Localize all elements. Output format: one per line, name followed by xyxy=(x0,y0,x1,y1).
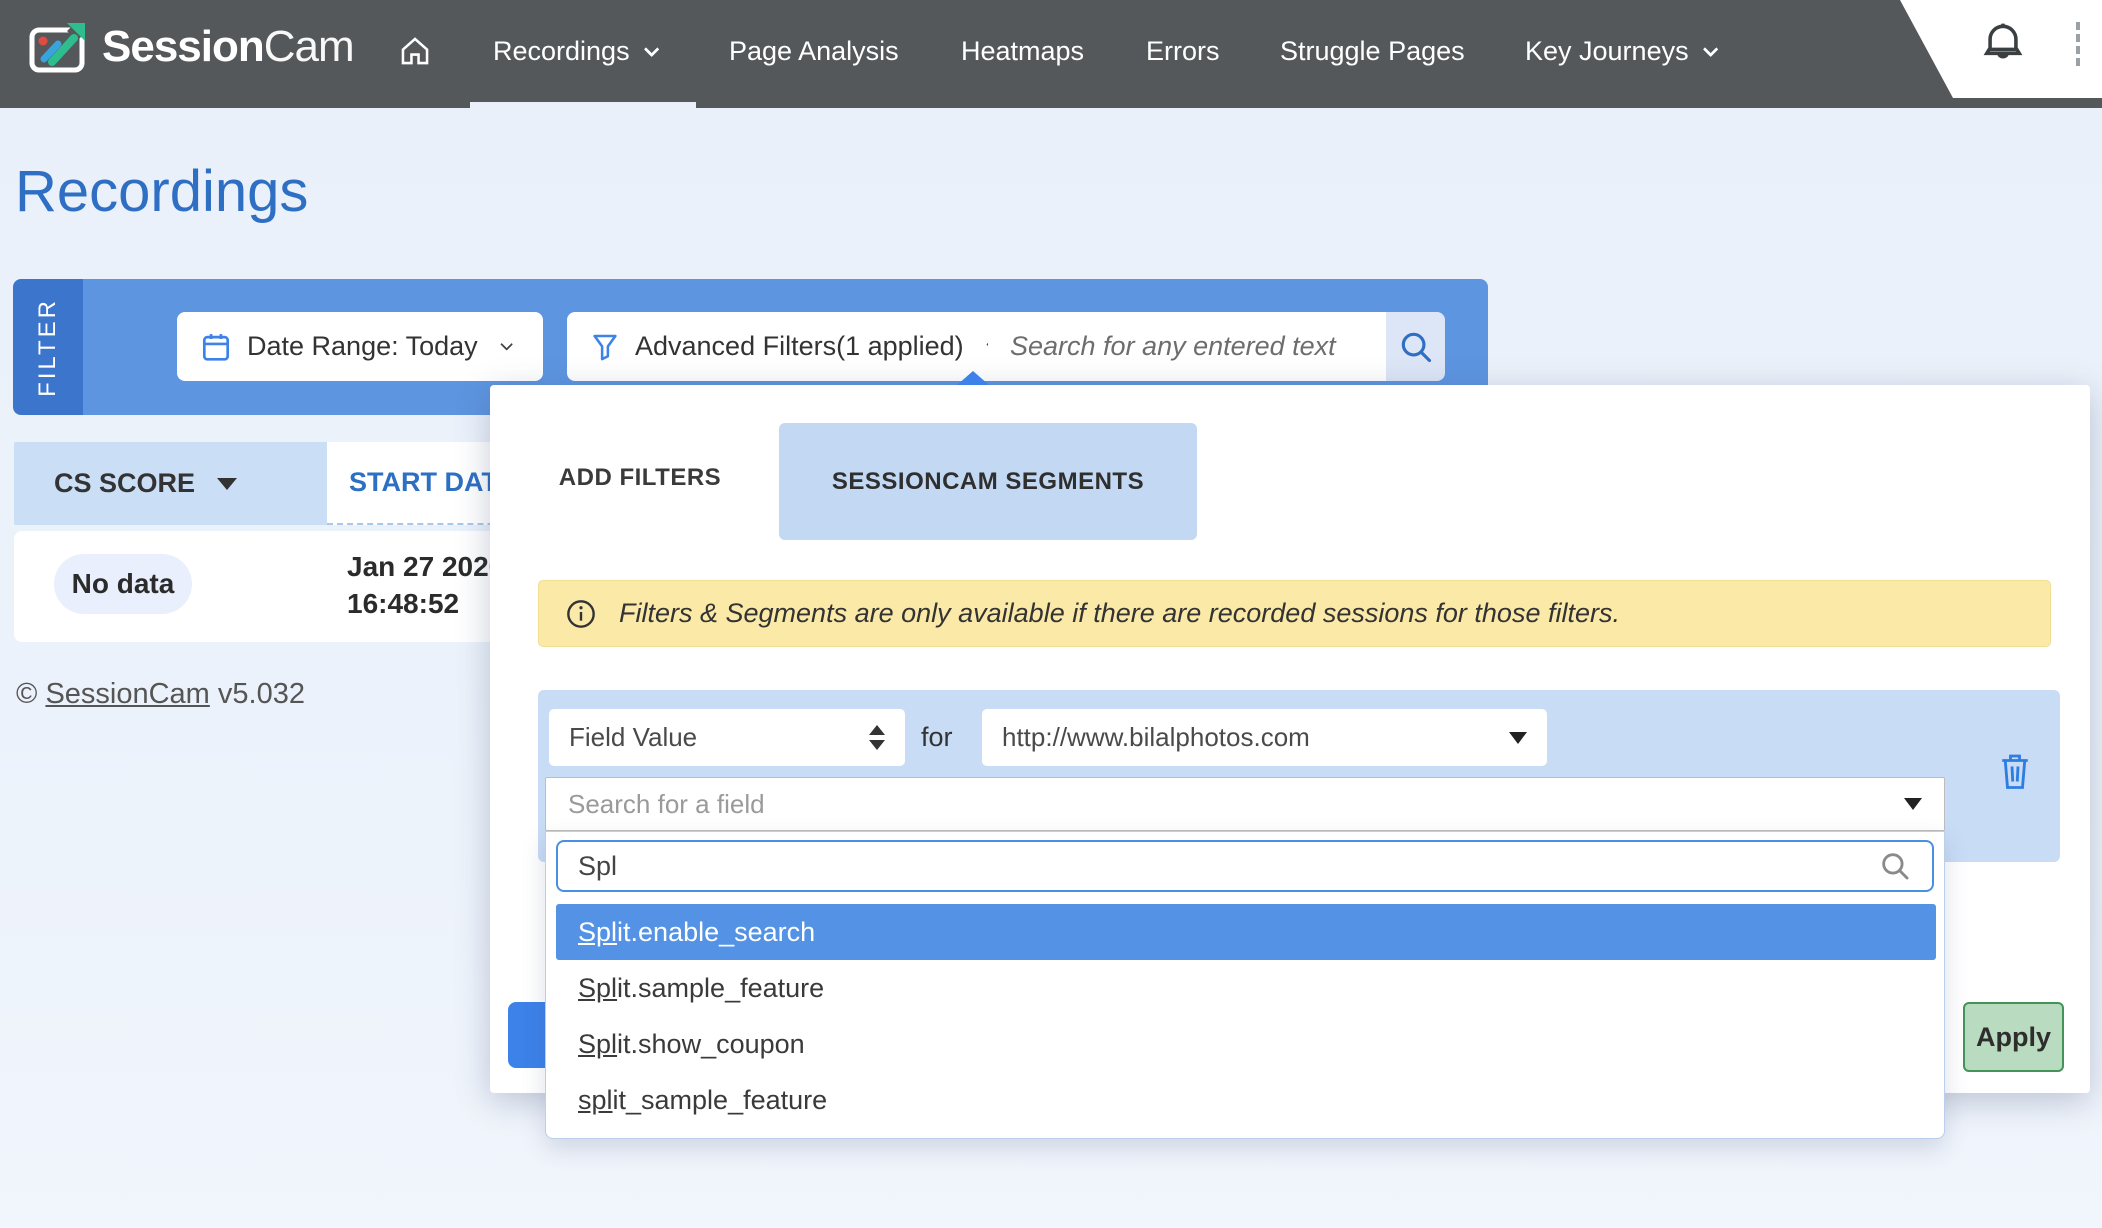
chevron-down-icon xyxy=(1702,41,1718,57)
info-icon xyxy=(565,598,597,630)
text-search-group xyxy=(988,312,1445,381)
more-options-icon[interactable] xyxy=(2076,22,2080,66)
nav-errors[interactable]: Errors xyxy=(1146,0,1220,102)
funnel-icon xyxy=(591,332,619,362)
nav-recordings-label: Recordings xyxy=(493,36,630,67)
chevron-down-icon xyxy=(643,41,659,57)
tab-add-filters[interactable]: ADD FILTERS xyxy=(540,430,740,525)
tab-sessioncam-segments[interactable]: SESSIONCAM SEGMENTS xyxy=(779,423,1197,540)
advanced-filters-panel: ADD FILTERS SESSIONCAM SEGMENTS Filters … xyxy=(490,385,2090,1093)
field-combobox-input[interactable] xyxy=(568,789,1904,820)
option-split-sample-feature-lower[interactable]: split_sample_feature xyxy=(556,1072,1936,1128)
field-options-list: Split.enable_search Split.sample_feature… xyxy=(556,904,1936,1128)
option-split-sample-feature[interactable]: Split.sample_feature xyxy=(556,960,1936,1016)
start-date-cell: Jan 27 2020, 16:48:52 xyxy=(347,548,512,622)
page-title: Recordings xyxy=(15,158,308,225)
field-dropdown-panel: Split.enable_search Split.sample_feature… xyxy=(545,831,1945,1139)
footer-copyright: © SessionCam v5.032 xyxy=(16,678,305,711)
field-search-combobox[interactable] xyxy=(545,777,1945,831)
apply-button[interactable]: Apply xyxy=(1963,1002,2064,1072)
field-type-select[interactable]: Field Value xyxy=(549,709,905,766)
date-range-button[interactable]: Date Range: Today xyxy=(177,312,543,381)
filter-side-tab[interactable]: FILTER xyxy=(13,279,83,415)
field-filter-input[interactable] xyxy=(578,851,1878,882)
up-down-spinner-icon xyxy=(869,725,885,750)
search-icon xyxy=(1397,328,1435,366)
option-split-show-coupon[interactable]: Split.show_coupon xyxy=(556,1016,1936,1072)
header-utility-area xyxy=(1890,0,2102,98)
for-label: for xyxy=(921,722,953,753)
brand-logo[interactable]: SessionCam xyxy=(28,18,354,76)
chevron-down-icon xyxy=(500,338,513,351)
delete-filter-button[interactable] xyxy=(1997,750,2033,792)
panel-pointer xyxy=(957,371,989,385)
dropdown-arrow-icon xyxy=(1509,732,1527,744)
top-nav-bar: SessionCam Recordings Page Analysis Heat… xyxy=(0,0,2102,108)
search-icon xyxy=(1878,849,1912,883)
site-select[interactable]: http://www.bilalphotos.com xyxy=(982,709,1547,766)
nav-key-journeys[interactable]: Key Journeys xyxy=(1525,0,1714,102)
trash-icon xyxy=(1997,750,2033,792)
brand-logo-icon xyxy=(28,18,90,76)
option-split-enable-search[interactable]: Split.enable_search xyxy=(556,904,1936,960)
nav-recordings[interactable]: Recordings xyxy=(493,0,655,102)
field-filter-searchbox xyxy=(556,840,1934,892)
search-button[interactable] xyxy=(1386,312,1445,381)
notifications-bell-icon[interactable] xyxy=(1978,18,2028,70)
search-input[interactable] xyxy=(988,312,1386,381)
calendar-icon xyxy=(201,331,231,363)
sort-descending-icon xyxy=(217,478,237,490)
column-header-cs-score[interactable]: CS SCORE xyxy=(14,442,327,525)
brand-wordmark: SessionCam xyxy=(102,22,354,72)
nav-page-analysis[interactable]: Page Analysis xyxy=(729,0,899,102)
nav-home[interactable] xyxy=(398,0,432,102)
nav-struggle-pages[interactable]: Struggle Pages xyxy=(1280,0,1465,102)
nav-heatmaps[interactable]: Heatmaps xyxy=(961,0,1084,102)
sessioncam-link[interactable]: SessionCam xyxy=(45,678,209,710)
dropdown-arrow-icon xyxy=(1904,798,1922,810)
info-banner: Filters & Segments are only available if… xyxy=(538,580,2051,647)
nav-active-indicator xyxy=(470,102,696,108)
home-icon xyxy=(398,34,432,68)
cs-score-badge: No data xyxy=(54,554,192,614)
